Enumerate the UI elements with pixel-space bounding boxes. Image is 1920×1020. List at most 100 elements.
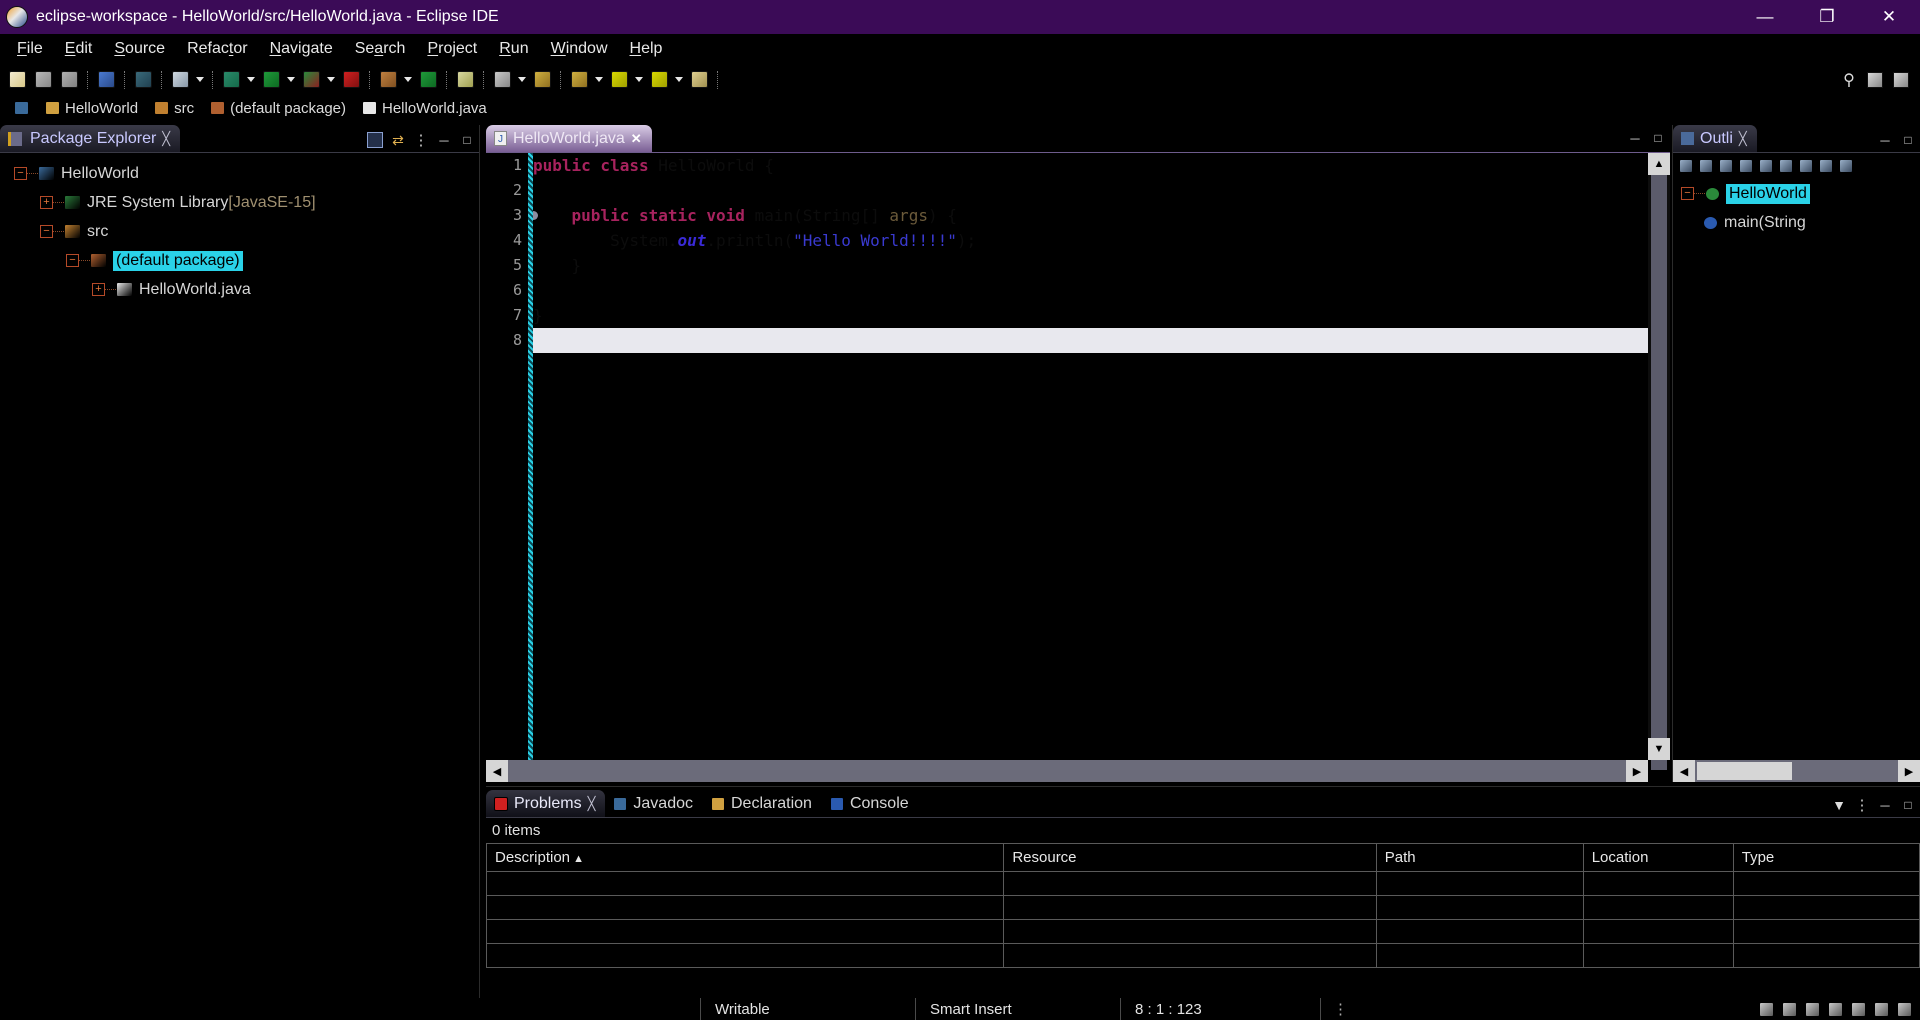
menu-project[interactable]: Project — [416, 37, 488, 61]
breadcrumb-item-helloworld-java[interactable]: HelloWorld.java — [356, 99, 493, 118]
chevron-down-icon[interactable] — [401, 68, 415, 92]
code-line[interactable]: public static void main(String[] args) { — [533, 203, 1650, 228]
maximize-icon[interactable] — [1839, 159, 1853, 173]
focus-icon[interactable] — [1779, 159, 1793, 173]
vertical-scroll-thumb[interactable] — [1651, 175, 1667, 770]
hide-nonpublic-icon[interactable] — [1739, 159, 1753, 173]
link-icon[interactable] — [1851, 1002, 1866, 1017]
collapse-icon[interactable]: − — [14, 167, 27, 180]
menu-file[interactable]: File — [6, 37, 54, 61]
open-perspective-button[interactable] — [1863, 68, 1887, 92]
scroll-up-button[interactable]: ▲ — [1648, 153, 1670, 175]
minimize-icon[interactable] — [1819, 159, 1833, 173]
chevron-down-icon[interactable] — [324, 68, 338, 92]
table-row[interactable] — [487, 920, 1920, 944]
minimize-icon[interactable]: ─ — [1627, 130, 1643, 146]
menu-navigate[interactable]: Navigate — [259, 37, 344, 61]
editor-body[interactable]: 12345678 public class HelloWorld { publi… — [486, 152, 1670, 782]
quick-access-search-button[interactable]: ⚲ — [1837, 68, 1861, 92]
sort-icon[interactable] — [1679, 159, 1693, 173]
close-icon[interactable]: ╳ — [162, 131, 170, 147]
editor-vertical-scrollbar[interactable]: ▲ ▼ — [1648, 153, 1670, 760]
outline-item-main-string[interactable]: main(String — [1673, 208, 1920, 237]
tree-item-helloworld[interactable]: −HelloWorld — [0, 159, 479, 188]
tree-item-jre-system-library[interactable]: +JRE System Library [JavaSE-15] — [0, 188, 479, 217]
chevron-down-icon[interactable] — [284, 68, 298, 92]
new-java-package-button[interactable] — [376, 68, 400, 92]
bookmark-icon[interactable] — [1805, 1002, 1820, 1017]
lock-icon[interactable] — [1759, 1002, 1774, 1017]
pin-editor-button[interactable] — [687, 68, 711, 92]
debug-button[interactable] — [219, 68, 243, 92]
java-perspective-button[interactable] — [1889, 68, 1913, 92]
code-text-area[interactable]: public class HelloWorld { public static … — [533, 153, 1650, 782]
back-icon[interactable] — [1782, 1002, 1797, 1017]
chevron-down-icon[interactable] — [244, 68, 258, 92]
editor-horizontal-scrollbar[interactable]: ◀ ▶ — [486, 760, 1648, 782]
scroll-right-button[interactable]: ▶ — [1898, 760, 1920, 782]
maximize-icon[interactable]: □ — [1650, 130, 1666, 146]
package-explorer-tree[interactable]: −HelloWorld+JRE System Library [JavaSE-1… — [0, 152, 479, 998]
minimize-icon[interactable]: ─ — [1877, 797, 1893, 813]
close-icon[interactable]: ╳ — [1739, 131, 1747, 147]
code-line[interactable]: } — [533, 253, 1650, 278]
table-row[interactable] — [487, 872, 1920, 896]
column-header-type[interactable]: Type — [1733, 844, 1919, 872]
run-last-tool-button[interactable] — [339, 68, 363, 92]
close-icon[interactable]: ╳ — [588, 796, 596, 812]
smiley-icon[interactable] — [1874, 1002, 1889, 1017]
tab-outline[interactable]: Outli ╳ — [1673, 125, 1757, 152]
code-line[interactable]: } — [533, 303, 1650, 328]
collapse-all-icon[interactable] — [367, 132, 383, 148]
help-icon[interactable] — [1897, 1002, 1912, 1017]
maximize-icon[interactable]: □ — [1900, 797, 1916, 813]
menu-help[interactable]: Help — [619, 37, 674, 61]
coverage-button[interactable] — [299, 68, 323, 92]
tab-package-explorer[interactable]: Package Explorer ╳ — [0, 125, 180, 152]
view-menu-icon[interactable] — [1799, 159, 1813, 173]
chevron-down-icon[interactable] — [592, 68, 606, 92]
tree-item--default-package-[interactable]: −(default package) — [0, 246, 479, 275]
menu-refactor[interactable]: Refactor — [176, 37, 258, 61]
table-row[interactable] — [487, 896, 1920, 920]
outline-horizontal-scrollbar[interactable]: ◀ ▶ — [1673, 760, 1920, 782]
tab-javadoc[interactable]: Javadoc — [605, 790, 703, 817]
column-header-resource[interactable]: Resource — [1004, 844, 1376, 872]
breadcrumb-item-root[interactable] — [8, 100, 35, 116]
menu-edit[interactable]: Edit — [54, 37, 104, 61]
code-line[interactable]: System.out.println("Hello World!!!!"); — [533, 228, 1650, 253]
hide-fields-icon[interactable] — [1699, 159, 1713, 173]
maximize-icon[interactable]: □ — [459, 132, 475, 148]
menu-window[interactable]: Window — [540, 37, 619, 61]
maximize-icon[interactable]: □ — [1900, 132, 1916, 148]
save-all-button[interactable] — [57, 68, 81, 92]
column-header-path[interactable]: Path — [1376, 844, 1583, 872]
menu-source[interactable]: Source — [103, 37, 176, 61]
scroll-left-button[interactable]: ◀ — [1673, 760, 1695, 782]
outline-item-helloworld[interactable]: −HelloWorld — [1673, 179, 1920, 208]
chevron-down-icon[interactable] — [193, 68, 207, 92]
hide-local-types-icon[interactable] — [1759, 159, 1773, 173]
view-menu-icon[interactable]: ⋮ — [1854, 797, 1870, 813]
expand-icon[interactable]: + — [40, 196, 53, 209]
column-header-description[interactable]: Description ▲ — [487, 844, 1004, 872]
breadcrumb-item--default-package-[interactable]: (default package) — [204, 99, 352, 118]
expand-icon[interactable]: + — [92, 283, 105, 296]
table-row[interactable] — [487, 944, 1920, 968]
menu-search[interactable]: Search — [344, 37, 417, 61]
run-button[interactable] — [259, 68, 283, 92]
outline-scroll-thumb[interactable] — [1697, 762, 1792, 780]
tree-item-src[interactable]: −src — [0, 217, 479, 246]
skip-breakpoints-button[interactable] — [168, 68, 192, 92]
menu-run[interactable]: Run — [488, 37, 539, 61]
collapse-icon[interactable]: − — [66, 254, 79, 267]
next-annotation-button[interactable] — [530, 68, 554, 92]
link-with-editor-icon[interactable]: ⇄ — [390, 132, 406, 148]
tab-declaration[interactable]: Declaration — [703, 790, 822, 817]
chevron-down-icon[interactable] — [672, 68, 686, 92]
refresh-button[interactable] — [416, 68, 440, 92]
outline-tree[interactable]: −HelloWorldmain(String — [1673, 179, 1920, 237]
problems-table[interactable]: Description ▲ResourcePathLocationType — [486, 843, 1920, 968]
code-line[interactable] — [533, 178, 1650, 203]
minimize-icon[interactable]: ─ — [436, 132, 452, 148]
